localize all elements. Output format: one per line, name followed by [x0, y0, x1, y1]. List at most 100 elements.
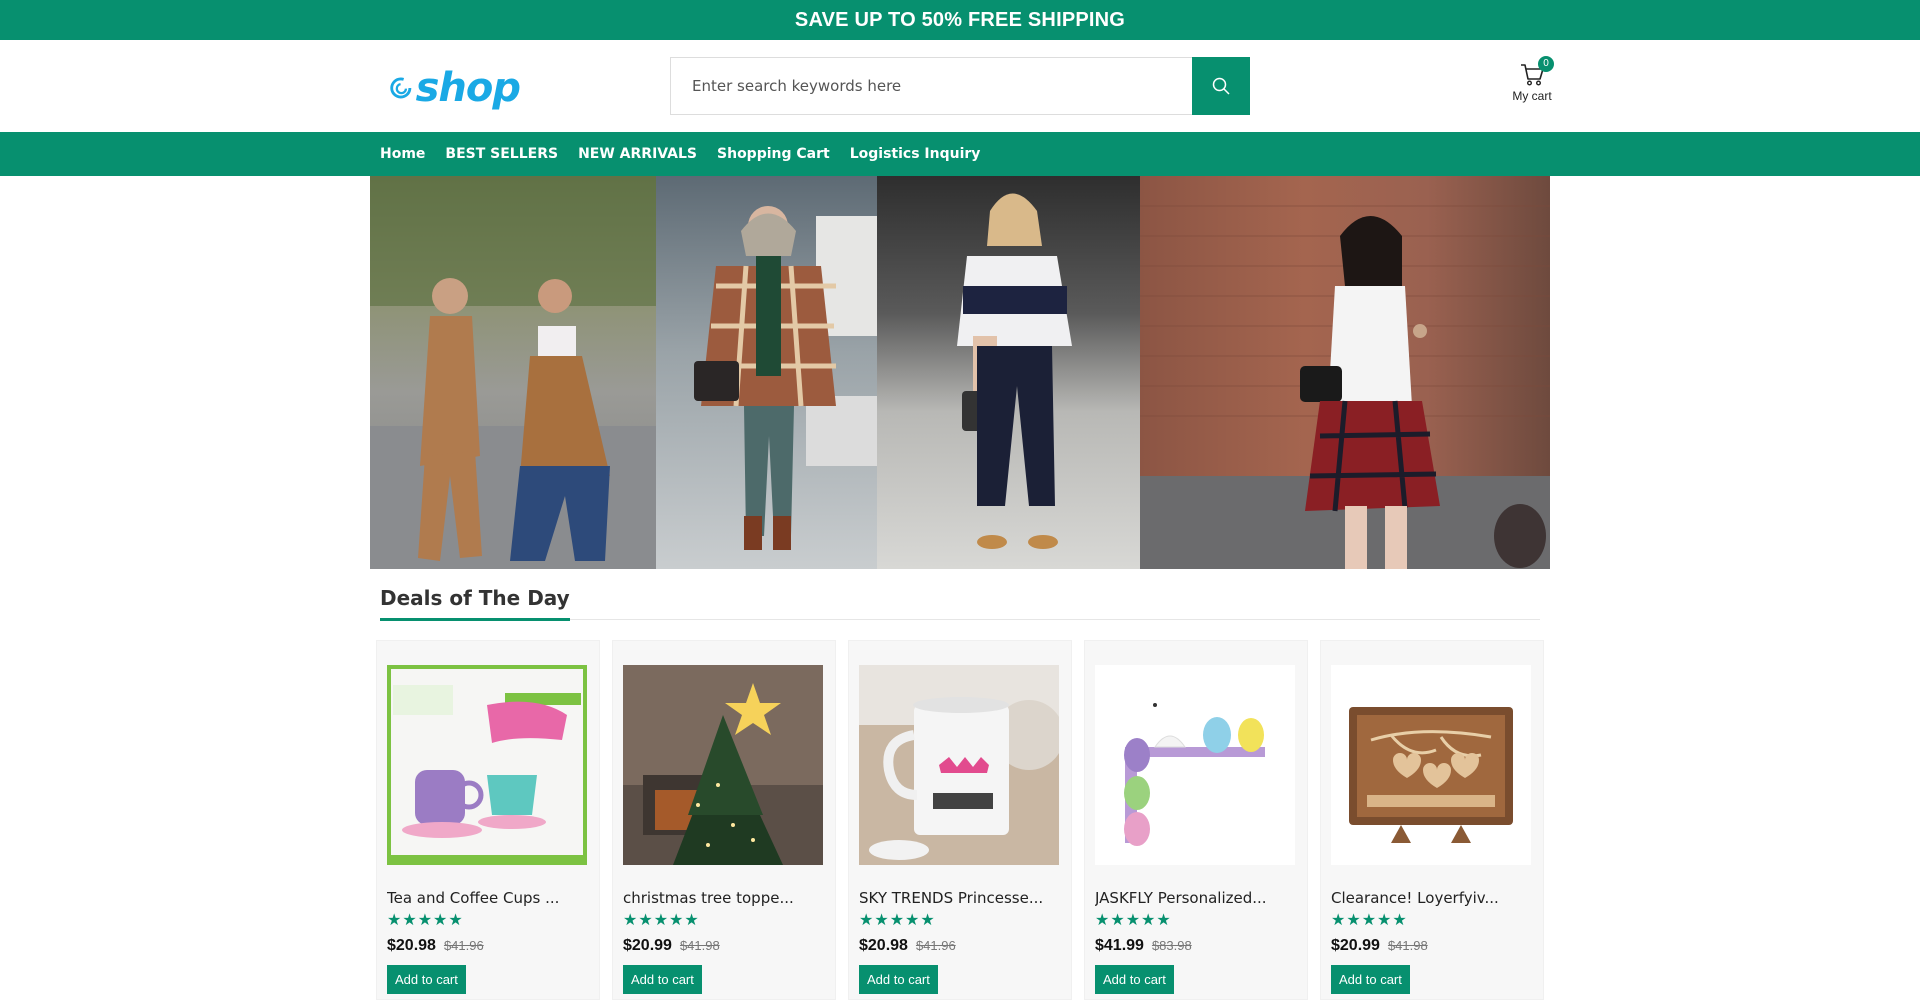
star-icon: ★ — [1156, 912, 1171, 929]
star-icon: ★ — [1346, 912, 1361, 929]
product-image-princess-mug[interactable] — [859, 665, 1059, 865]
product-price: $20.98 — [387, 937, 436, 954]
nav-item-best-sellers[interactable]: BEST SELLERS — [445, 146, 558, 162]
main-nav: Home BEST SELLERS NEW ARRIVALS Shopping … — [0, 132, 1920, 176]
cart-icon-wrap: 0 — [1518, 56, 1554, 88]
product-price: $20.99 — [623, 937, 672, 954]
star-icon: ★ — [1331, 912, 1346, 929]
logo-text: shop — [415, 65, 521, 111]
banner-photo-street-duo — [370, 176, 656, 569]
product-image-tea-cups[interactable] — [387, 665, 587, 865]
product-prices: $41.99 $83.98 — [1095, 937, 1297, 955]
star-icon: ★ — [402, 912, 417, 929]
product-rating: ★ ★ ★ ★ ★ — [1331, 913, 1533, 929]
site-header: shop 0 My cart — [0, 40, 1920, 132]
product-image-tea-cups-art — [387, 665, 587, 865]
product-name[interactable]: Clearance! Loyerfyiv... — [1331, 889, 1533, 907]
product-price: $20.99 — [1331, 937, 1380, 954]
product-image-family-tree-sign[interactable] — [1331, 665, 1531, 865]
product-prices: $20.98 $41.96 — [387, 937, 589, 955]
product-old-price: $41.98 — [1387, 938, 1428, 953]
add-to-cart-button[interactable]: Add to cart — [1331, 965, 1410, 994]
main-nav-items: Home BEST SELLERS NEW ARRIVALS Shopping … — [370, 132, 1550, 176]
hero-banner[interactable] — [370, 176, 1550, 569]
banner-photo-flannel-skirt — [1140, 176, 1550, 569]
product-old-price: $41.96 — [915, 938, 956, 953]
product-card[interactable]: SKY TRENDS Princesse... ★ ★ ★ ★ ★ $20.98 $41… — [848, 640, 1072, 1000]
star-icon: ★ — [1141, 912, 1156, 929]
product-rating: ★ ★ ★ ★ ★ — [1095, 913, 1297, 929]
star-icon: ★ — [889, 912, 905, 929]
banner-photo-plaid-poncho — [656, 176, 877, 569]
banner-photo-striped-tee — [877, 176, 1140, 569]
product-old-price: $83.98 — [1151, 938, 1192, 953]
product-name[interactable]: SKY TRENDS Princesse... — [859, 889, 1061, 907]
product-card[interactable]: Tea and Coffee Cups ... ★ ★ ★ ★ ★ $20.98 $41… — [376, 640, 600, 1000]
nav-item-logistics-inquiry[interactable]: Logistics Inquiry — [850, 146, 981, 162]
star-icon: ★ — [859, 912, 874, 929]
banner-photo-plaid-poncho-art — [694, 206, 877, 550]
product-card[interactable]: Clearance! Loyerfyiv... ★ ★ ★ ★ ★ $20.99 $41… — [1320, 640, 1544, 1000]
cart-label: My cart — [1512, 89, 1552, 103]
search-input[interactable] — [671, 58, 1192, 114]
add-to-cart-button[interactable]: Add to cart — [623, 965, 702, 994]
shop-logo[interactable]: shop — [390, 64, 521, 112]
search-bar — [670, 57, 1250, 115]
star-icon: ★ — [433, 912, 448, 929]
product-prices: $20.99 $41.98 — [623, 937, 825, 955]
star-icon: ★ — [1125, 912, 1141, 929]
star-icon: ★ — [623, 912, 638, 929]
cart-count-badge: 0 — [1538, 56, 1554, 72]
logo-swirl-icon — [390, 77, 412, 99]
star-icon: ★ — [448, 912, 463, 929]
add-to-cart-button[interactable]: Add to cart — [387, 965, 466, 994]
search-icon — [1212, 77, 1230, 95]
star-icon: ★ — [684, 912, 699, 929]
star-icon: ★ — [1361, 912, 1377, 929]
product-price: $41.99 — [1095, 937, 1144, 954]
star-icon: ★ — [387, 912, 402, 929]
promo-text: SAVE UP TO 50% FREE SHIPPING — [794, 8, 1126, 31]
star-icon: ★ — [920, 912, 935, 929]
search-button[interactable] — [1192, 57, 1250, 115]
deals-title: Deals of The Day — [380, 586, 570, 621]
product-rating: ★ ★ ★ ★ ★ — [859, 913, 1061, 929]
nav-item-home[interactable]: Home — [380, 146, 425, 162]
star-icon: ★ — [638, 912, 653, 929]
product-price: $20.98 — [859, 937, 908, 954]
product-old-price: $41.98 — [679, 938, 720, 953]
product-image-princess-mug-art — [859, 665, 1059, 865]
product-image-tree-topper-art — [623, 665, 823, 865]
add-to-cart-button[interactable]: Add to cart — [859, 965, 938, 994]
star-icon: ★ — [653, 912, 669, 929]
star-icon: ★ — [1110, 912, 1125, 929]
nav-item-new-arrivals[interactable]: NEW ARRIVALS — [578, 146, 697, 162]
deals-section-header: Deals of The Day — [380, 586, 1540, 621]
banner-photo-flannel-skirt-art — [1140, 205, 1550, 569]
product-card[interactable]: JASKFLY Personalized... ★ ★ ★ ★ ★ $41.99 $83… — [1084, 640, 1308, 1000]
add-to-cart-button[interactable]: Add to cart — [1095, 965, 1174, 994]
product-name[interactable]: JASKFLY Personalized... — [1095, 889, 1297, 907]
product-card[interactable]: christmas tree toppe... ★ ★ ★ ★ ★ $20.99 $41… — [612, 640, 836, 1000]
cart-button[interactable]: 0 My cart — [1508, 56, 1556, 103]
banner-photo-street-duo-art — [370, 176, 656, 569]
product-image-easter-eggs-art — [1095, 665, 1295, 865]
product-prices: $20.98 $41.96 — [859, 937, 1061, 955]
product-prices: $20.99 $41.98 — [1331, 937, 1533, 955]
star-icon: ★ — [1095, 912, 1110, 929]
star-icon: ★ — [1392, 912, 1407, 929]
product-image-tree-topper[interactable] — [623, 665, 823, 865]
star-icon: ★ — [1377, 912, 1392, 929]
product-old-price: $41.96 — [443, 938, 484, 953]
banner-photo-striped-tee-art — [957, 193, 1072, 549]
product-name[interactable]: Tea and Coffee Cups ... — [387, 889, 589, 907]
star-icon: ★ — [905, 912, 920, 929]
nav-item-shopping-cart[interactable]: Shopping Cart — [717, 146, 830, 162]
star-icon: ★ — [874, 912, 889, 929]
product-image-easter-eggs[interactable] — [1095, 665, 1295, 865]
product-name[interactable]: christmas tree toppe... — [623, 889, 825, 907]
product-image-family-tree-sign-art — [1331, 665, 1531, 865]
product-rating: ★ ★ ★ ★ ★ — [623, 913, 825, 929]
star-icon: ★ — [669, 912, 684, 929]
star-icon: ★ — [417, 912, 433, 929]
